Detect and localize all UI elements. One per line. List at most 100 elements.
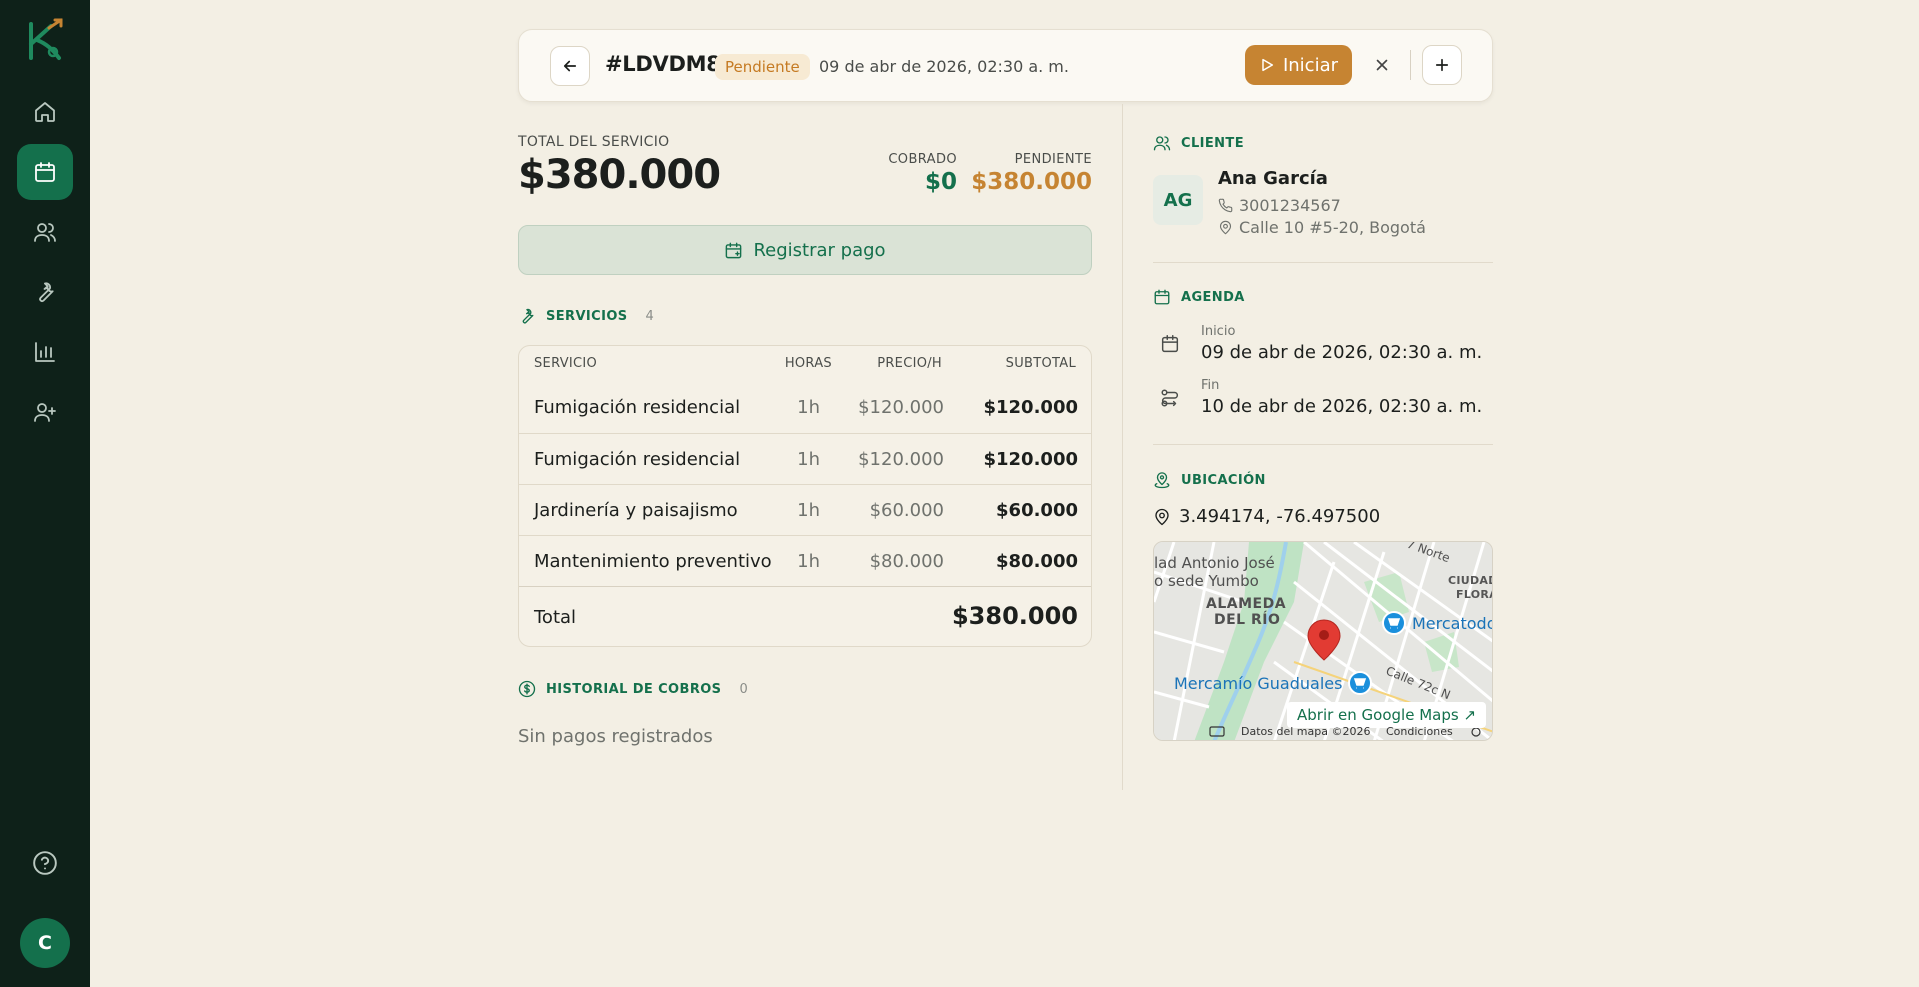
map-label: Mercatodo [1412,614,1493,633]
back-button[interactable] [550,46,590,86]
agenda-end-value: 10 de abr de 2026, 02:30 a. m. [1201,396,1483,417]
map-label: o sede Yumbo [1154,572,1259,590]
payments-title: HISTORIAL DE COBROS [546,681,722,697]
wrench-icon [39,282,54,302]
col-header-service: SERVICIO [534,356,598,371]
map-label: CIUDADE [1448,574,1492,587]
calendar-icon [35,162,55,182]
no-payments-text: Sin pagos registrados [518,726,713,747]
total-amount: $380.000 [518,152,721,198]
client-title: CLIENTE [1181,135,1244,151]
column-divider [1122,104,1123,790]
service-price: $60.000 [869,500,944,521]
calendar-icon [1154,289,1170,305]
services-count: 4 [645,308,655,324]
agenda-start-label: Inicio [1201,324,1236,339]
coordinates: 3.494174, -76.497500 [1153,506,1380,527]
agenda-start-value: 09 de abr de 2026, 02:30 a. m. [1201,342,1483,363]
map-label: lad Antonio José [1154,554,1275,572]
sidebar-item-home[interactable] [17,84,73,140]
services-section-title: SERVICIOS 4 [518,307,654,325]
agenda-end-label: Fin [1201,378,1220,393]
help-icon [33,851,57,875]
plus-icon [1435,58,1449,72]
sidebar-nav [17,84,73,440]
table-total-label: Total [534,607,577,628]
start-button-label: Iniciar [1282,54,1339,76]
users-icon [1153,136,1171,151]
collected-label: COBRADO [888,152,957,167]
app-logo[interactable] [23,18,67,64]
arrow-left-icon [563,60,577,72]
sidebar-item-clients[interactable] [17,204,73,260]
service-name: Fumigación residencial [534,449,741,470]
home-icon [35,102,55,122]
client-section-title: CLIENTE [1153,134,1244,152]
start-button[interactable]: Iniciar [1245,45,1352,85]
map-label: DEL RÍO [1214,612,1281,628]
col-header-subtotal: SUBTOTAL [1005,356,1076,371]
service-hours: 1h [797,397,820,418]
col-header-price: PRECIO/H [877,356,942,371]
map-pin-icon [1219,220,1232,235]
map-terms-link[interactable]: Condiciones [1386,725,1453,738]
user-avatar[interactable]: C [20,918,70,968]
sidebar: C [0,0,90,987]
calendar-plus-icon [726,242,742,258]
route-icon [1161,389,1178,407]
add-button[interactable] [1422,45,1462,85]
agenda-section-title: AGENDA [1153,288,1245,306]
client-avatar: AG [1153,175,1203,225]
location-icon [1154,472,1170,489]
payments-section-title: HISTORIAL DE COBROS 0 [518,680,748,698]
sidebar-item-calendar[interactable] [17,144,73,200]
location-title: UBICACIÓN [1181,472,1266,488]
register-payment-label: Registrar pago [753,239,886,261]
table-total-value: $380.000 [951,602,1078,630]
agenda-title: AGENDA [1181,289,1245,305]
sidebar-item-team[interactable] [17,384,73,440]
client-phone-text: 3001234567 [1239,196,1341,215]
wrench-icon [522,308,534,324]
play-icon [1262,58,1274,72]
services-table: SERVICIO HORAS PRECIO/H SUBTOTAL Fumigac… [518,345,1092,647]
table-row: Fumigación residencial 1h $120.000 $120.… [519,382,1091,433]
services-title: SERVICIOS [546,308,628,324]
service-subtotal: $120.000 [983,449,1078,470]
service-name: Fumigación residencial [534,397,741,418]
users-icon [34,223,56,242]
map-embed[interactable]: lad Antonio José o sede Yumbo ALAMEDA DE… [1153,541,1493,741]
client-name: Ana García [1218,168,1328,189]
phone-icon [1218,198,1233,213]
map-label: ALAMEDA [1206,596,1287,612]
dollar-circle-icon [518,680,536,698]
user-plus-icon [34,403,56,422]
client-address-text: Calle 10 #5-20, Bogotá [1239,218,1426,237]
sidebar-item-services[interactable] [17,264,73,320]
close-button[interactable] [1367,50,1397,80]
section-divider [1153,262,1493,263]
header-divider [1410,50,1411,80]
help-button[interactable] [27,845,63,881]
service-name: Jardinería y paisajismo [534,500,738,521]
map-data-attribution: Datos del mapa ©2026 [1241,725,1371,738]
order-date: 09 de abr de 2026, 02:30 a. m. [819,57,1069,76]
total-label: TOTAL DEL SERVICIO [518,134,670,150]
map-label: Mercamío Guaduales [1174,674,1343,693]
section-divider [1153,444,1493,445]
service-hours: 1h [797,500,820,521]
service-price: $120.000 [858,397,944,418]
col-header-hours: HORAS [784,356,832,371]
service-subtotal: $60.000 [996,500,1078,521]
sidebar-item-reports[interactable] [17,324,73,380]
client-phone[interactable]: 3001234567 [1218,196,1341,215]
table-total-row: Total $380.000 [519,586,1091,646]
pending-label: PENDIENTE [1014,152,1092,167]
register-payment-button[interactable]: Registrar pago [518,225,1092,275]
location-section-title: UBICACIÓN [1153,471,1266,489]
service-price: $80.000 [869,551,944,572]
service-subtotal: $80.000 [996,551,1078,572]
bar-chart-icon [35,342,55,362]
table-row: Fumigación residencial 1h $120.000 $120.… [519,433,1091,484]
payments-count: 0 [739,681,749,697]
